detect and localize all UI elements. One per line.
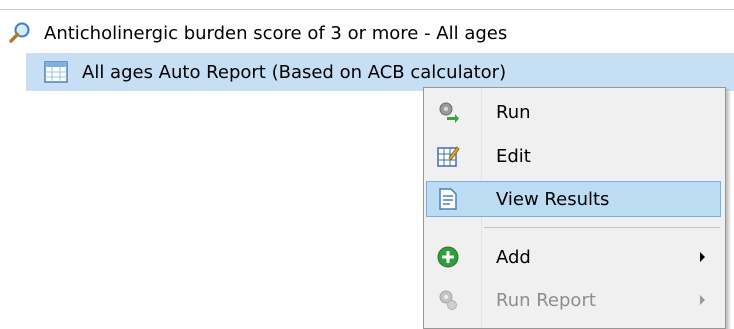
- report-table-icon: [44, 61, 68, 83]
- menu-item-run[interactable]: Run: [426, 94, 721, 130]
- menu-item-edit[interactable]: Edit: [426, 138, 721, 174]
- tree-item-report-selected[interactable]: All ages Auto Report (Based on ACB calcu…: [26, 53, 734, 91]
- add-plus-icon: [436, 245, 460, 269]
- magnifier-icon: [8, 21, 32, 45]
- tree-item-search[interactable]: Anticholinergic burden score of 3 or mor…: [8, 17, 507, 49]
- edit-grid-pencil-icon: [436, 144, 460, 168]
- menu-item-label: Edit: [496, 145, 531, 167]
- menu-item-label: Run Report: [496, 289, 596, 311]
- menu-item-view-results[interactable]: View Results: [426, 181, 721, 217]
- tree-item-label: All ages Auto Report (Based on ACB calcu…: [82, 61, 507, 83]
- context-menu: Run Edit View Results Add Run Report: [423, 87, 726, 329]
- menu-item-run-report[interactable]: Run Report: [426, 282, 721, 318]
- run-report-gear-icon: [436, 288, 460, 312]
- menu-item-label: View Results: [496, 188, 610, 210]
- top-border-line: [0, 9, 734, 10]
- menu-item-label: Add: [496, 246, 531, 268]
- submenu-arrow-icon: [700, 295, 705, 305]
- submenu-arrow-icon: [700, 252, 705, 262]
- menu-separator: [484, 227, 720, 228]
- menu-item-add[interactable]: Add: [426, 239, 721, 275]
- run-gear-arrow-icon: [436, 100, 460, 124]
- menu-item-label: Run: [496, 101, 531, 123]
- tree-item-label: Anticholinergic burden score of 3 or mor…: [44, 22, 508, 44]
- view-results-document-icon: [436, 187, 460, 211]
